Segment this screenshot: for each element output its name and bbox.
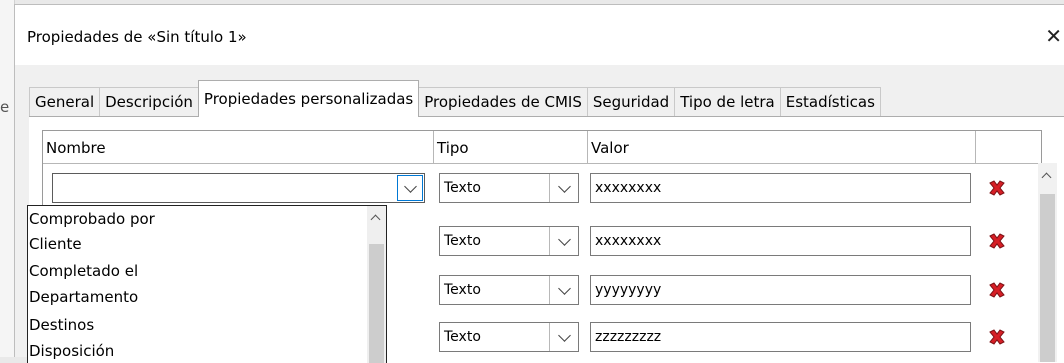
delete-icon[interactable] [986,326,1008,348]
background-window-strip: e [0,0,15,357]
type-value: Texto [444,282,481,298]
name-combo[interactable] [52,173,425,203]
list-item[interactable]: Comprobado por [29,208,155,230]
background-letter: e [0,98,10,116]
chevron-down-icon[interactable] [549,227,578,255]
name-dropdown-list[interactable]: Comprobado por Cliente Completado el Dep… [27,205,387,363]
list-item[interactable]: Destinos [29,314,94,336]
list-item[interactable]: Cliente [29,233,82,255]
chevron-down-icon[interactable] [549,276,578,304]
value-field[interactable]: zzzzzzzzz [590,322,971,352]
tab-cmis-properties[interactable]: Propiedades de CMIS [418,87,588,117]
type-value: Texto [444,180,481,196]
scroll-thumb[interactable] [369,244,384,363]
delete-icon[interactable] [986,279,1008,301]
list-item[interactable]: Completado el [29,260,138,282]
table-scrollbar[interactable] [1038,163,1057,362]
type-value: Texto [444,233,481,249]
type-select[interactable]: Texto [439,173,579,203]
type-select[interactable]: Texto [439,322,579,352]
scroll-thumb[interactable] [1040,194,1055,362]
delete-icon[interactable] [986,230,1008,252]
column-header-type: Tipo [434,131,588,163]
type-select[interactable]: Texto [439,275,579,305]
delete-icon[interactable] [986,177,1008,199]
list-item[interactable]: Disposición [29,340,114,362]
dropdown-scrollbar[interactable] [367,206,386,363]
properties-dialog: Propiedades de «Sin título 1» ✕ General … [14,4,1064,363]
chevron-down-icon[interactable] [397,175,423,201]
value-field[interactable]: xxxxxxxx [590,173,971,203]
type-select[interactable]: Texto [439,226,579,256]
tab-custom-properties[interactable]: Propiedades personalizadas [197,80,420,117]
tab-description[interactable]: Descripción [99,87,199,117]
chevron-up-icon[interactable] [1041,172,1052,183]
header-divider [43,163,1041,164]
tab-security[interactable]: Seguridad [586,87,676,117]
list-item[interactable]: Departamento [29,286,138,308]
column-header-name: Nombre [43,131,434,163]
type-value: Texto [444,329,481,345]
column-header-value: Valor [588,131,976,163]
tab-bar: General Descripción Propiedades personal… [29,79,881,117]
chevron-down-icon[interactable] [549,323,578,351]
tab-statistics[interactable]: Estadísticas [779,87,881,117]
value-field[interactable]: yyyyyyyy [590,275,971,305]
value-field[interactable]: xxxxxxxx [590,226,971,256]
close-icon[interactable]: ✕ [1045,24,1062,48]
tab-font[interactable]: Tipo de letra [674,87,781,117]
title-bar: Propiedades de «Sin título 1» ✕ [15,5,1064,65]
chevron-down-icon[interactable] [549,174,578,202]
dialog-title: Propiedades de «Sin título 1» [27,28,247,46]
chevron-up-icon[interactable] [370,214,381,225]
tab-general[interactable]: General [29,87,101,117]
